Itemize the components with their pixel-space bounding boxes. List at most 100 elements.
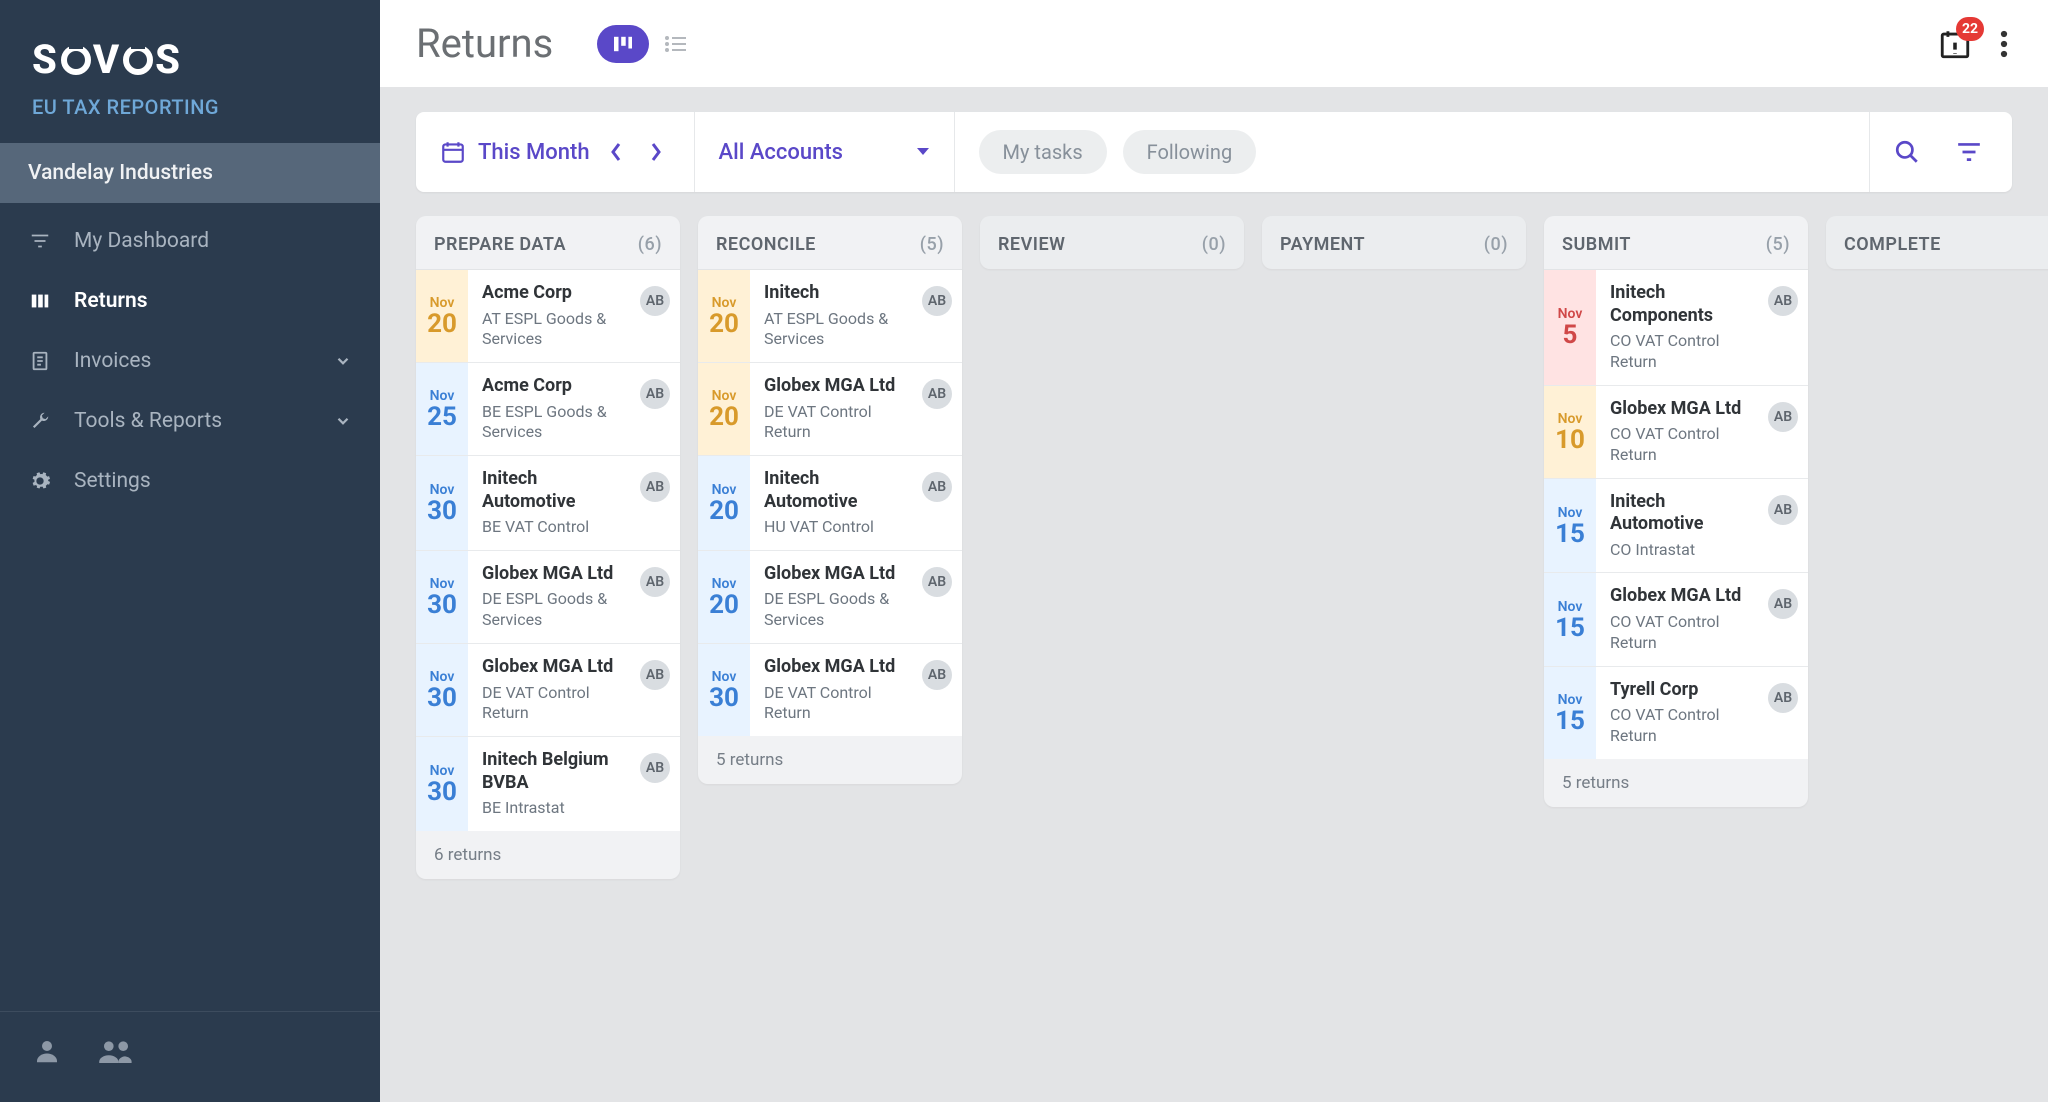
return-card[interactable]: Nov5Initech ComponentsCO VAT Control Ret… [1544,270,1808,386]
sidebar-item-settings[interactable]: Settings [0,451,380,511]
card-title: Initech [764,282,916,305]
return-card[interactable]: Nov15Initech AutomotiveCO IntrastatAB [1544,479,1808,574]
card-title: Globex MGA Ltd [764,375,916,398]
assignee-avatar[interactable]: AB [922,472,952,502]
card-subtitle: BE ESPL Goods & Services [482,402,634,444]
assignee-avatar[interactable]: AB [922,660,952,690]
chevron-down-icon [334,412,352,430]
card-body: Acme CorpBE ESPL Goods & ServicesAB [468,363,680,455]
return-card[interactable]: Nov20Globex MGA LtdDE VAT Control Return… [698,363,962,456]
search-button[interactable] [1894,139,1920,165]
due-day: 20 [427,311,457,337]
page-title: Returns [416,20,553,67]
assignee-avatar[interactable]: AB [640,379,670,409]
period-prev-button[interactable] [602,142,630,162]
accounts-selector[interactable]: All Accounts [695,112,955,192]
column-title: PREPARE DATA [434,234,566,255]
due-date: Nov30 [416,737,468,831]
assignee-avatar[interactable]: AB [640,472,670,502]
column-footer: 6 returns [416,831,680,879]
assignee-avatar[interactable]: AB [640,286,670,316]
view-toggle [597,25,695,63]
list-view-button[interactable] [657,25,695,63]
assignee-avatar[interactable]: AB [640,753,670,783]
assignee-avatar[interactable]: AB [640,567,670,597]
due-date: Nov25 [416,363,468,455]
assignee-avatar[interactable]: AB [640,660,670,690]
return-card[interactable]: Nov20InitechAT ESPL Goods & ServicesAB [698,270,962,363]
sidebar-footer [0,1011,380,1102]
assignee-avatar[interactable]: AB [922,379,952,409]
sidebar-item-dashboard[interactable]: My Dashboard [0,211,380,271]
return-card[interactable]: Nov15Tyrell CorpCO VAT Control ReturnAB [1544,667,1808,759]
return-card[interactable]: Nov30Initech AutomotiveBE VAT ControlAB [416,456,680,551]
period-selector[interactable]: This Month [416,112,695,192]
filter-button[interactable] [1956,141,1982,163]
user-icon[interactable] [32,1036,62,1066]
return-card[interactable]: Nov30Initech Belgium BVBABE IntrastatAB [416,737,680,831]
column-review: REVIEW(0) [980,216,1244,269]
column-footer: 5 returns [698,736,962,784]
due-day: 30 [427,498,457,524]
assignee-avatar[interactable]: AB [1768,495,1798,525]
column-title: COMPLETE [1844,234,1941,255]
return-card[interactable]: Nov30Globex MGA LtdDE VAT Control Return… [416,644,680,737]
return-card[interactable]: Nov20Acme CorpAT ESPL Goods & ServicesAB [416,270,680,363]
card-title: Tyrell Corp [1610,679,1762,702]
due-day: 20 [709,311,739,337]
return-card[interactable]: Nov15Globex MGA LtdCO VAT Control Return… [1544,573,1808,666]
return-card[interactable]: Nov30Globex MGA LtdDE VAT Control Return… [698,644,962,736]
gear-icon [28,469,52,493]
return-card[interactable]: Nov25Acme CorpBE ESPL Goods & ServicesAB [416,363,680,456]
assignee-avatar[interactable]: AB [922,286,952,316]
due-date: Nov30 [416,551,468,643]
calendar-notifications-button[interactable]: 22 [1938,27,1972,61]
return-card[interactable]: Nov30Globex MGA LtdDE ESPL Goods & Servi… [416,551,680,644]
document-icon [28,349,52,373]
card-title: Initech Components [1610,282,1762,327]
card-body: Initech AutomotiveHU VAT ControlAB [750,456,962,550]
board-view-button[interactable] [597,25,649,63]
return-card[interactable]: Nov10Globex MGA LtdCO VAT Control Return… [1544,386,1808,479]
card-title: Globex MGA Ltd [1610,585,1762,608]
assignee-avatar[interactable]: AB [1768,589,1798,619]
sidebar-item-tools[interactable]: Tools & Reports [0,391,380,451]
assignee-avatar[interactable]: AB [922,567,952,597]
column-header: RECONCILE (5) [698,216,962,269]
column-prepare: PREPARE DATA(6)Nov20Acme CorpAT ESPL Goo… [416,216,680,879]
card-subtitle: AT ESPL Goods & Services [482,309,634,351]
assignee-avatar[interactable]: AB [1768,286,1798,316]
sidebar-item-invoices[interactable]: Invoices [0,331,380,391]
card-title: Initech Automotive [482,468,634,513]
kanban-board: PREPARE DATA(6)Nov20Acme CorpAT ESPL Goo… [380,192,2048,1102]
column-count: (5) [1766,234,1790,255]
users-icon[interactable] [98,1036,134,1066]
card-title: Initech Automotive [764,468,916,513]
more-menu-button[interactable] [2000,29,2008,59]
following-filter-pill[interactable]: Following [1123,130,1257,174]
card-subtitle: BE VAT Control [482,517,634,538]
sidebar-item-returns[interactable]: Returns [0,271,380,331]
card-body: Globex MGA LtdDE VAT Control ReturnAB [750,644,962,736]
sidebar-item-label: Tools & Reports [74,409,222,433]
return-card[interactable]: Nov20Initech AutomotiveHU VAT ControlAB [698,456,962,551]
column-submit: SUBMIT(5)Nov5Initech ComponentsCO VAT Co… [1544,216,1808,807]
column-cards: Nov20Acme CorpAT ESPL Goods & ServicesAB… [416,269,680,831]
due-date: Nov20 [416,270,468,362]
assignee-avatar[interactable]: AB [1768,683,1798,713]
card-body: Initech AutomotiveCO IntrastatAB [1596,479,1808,573]
column-title: RECONCILE [716,234,816,255]
assignee-avatar[interactable]: AB [1768,402,1798,432]
sidebar-item-label: Returns [74,289,148,313]
my-tasks-filter-pill[interactable]: My tasks [979,130,1107,174]
period-next-button[interactable] [642,142,670,162]
company-selector[interactable]: Vandelay Industries [0,143,380,203]
filter-bar: This Month All Accounts My tasks [416,112,2012,192]
column-count: (5) [920,234,944,255]
card-body: Globex MGA LtdDE VAT Control ReturnAB [750,363,962,455]
due-day: 15 [1555,615,1585,641]
chevron-down-icon [334,352,352,370]
return-card[interactable]: Nov20Globex MGA LtdDE ESPL Goods & Servi… [698,551,962,644]
card-body: Initech Automotive BE VAT Control AB [468,456,680,550]
card-subtitle: DE ESPL Goods & Services [764,589,916,631]
